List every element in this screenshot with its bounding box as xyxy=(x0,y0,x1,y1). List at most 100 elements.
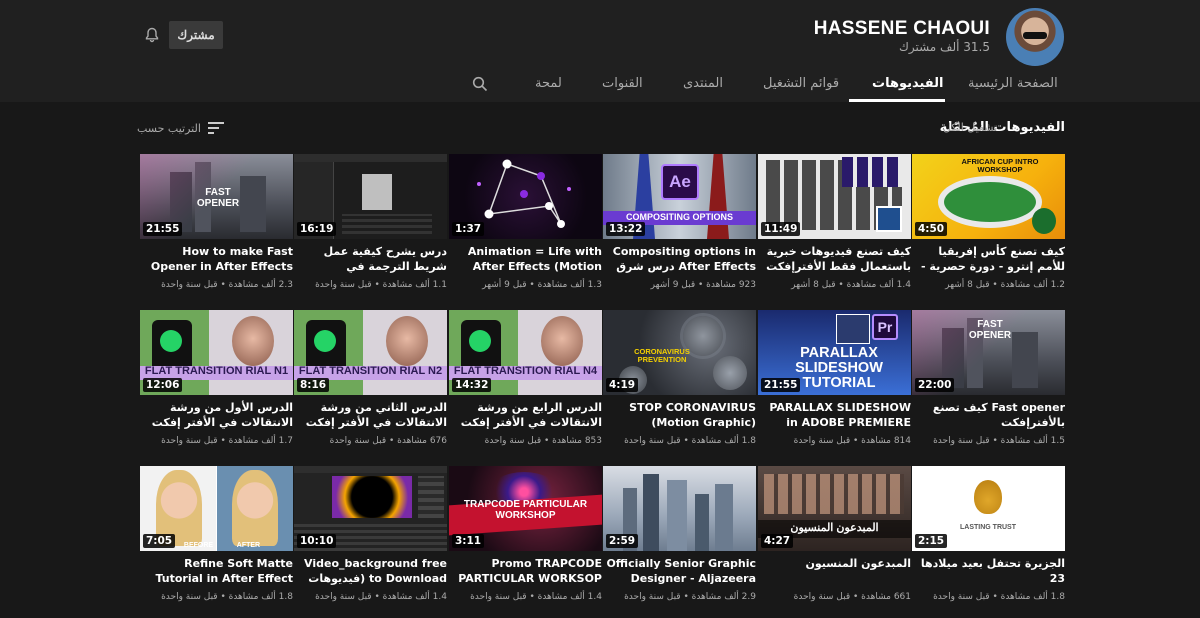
video-thumbnail[interactable]: 2:59 xyxy=(603,466,756,551)
thumbnail-caption: FAST OPENER xyxy=(968,319,1012,341)
video-thumbnail[interactable]: TRAPCODE PARTICULAR WORKSHOP 3:11 xyxy=(449,466,602,551)
video-card[interactable]: BEFORE AFTER 7:05 Refine Soft Matte Tuto… xyxy=(140,466,293,616)
video-title[interactable]: كيف تصنع فيديوهات خبرية باستعمال فقط الأ… xyxy=(758,244,911,274)
video-meta: 1.8 ألف مشاهدة • قبل سنة واحدة xyxy=(624,436,756,446)
video-duration: 13:22 xyxy=(606,222,646,236)
video-duration: 21:55 xyxy=(761,378,801,392)
video-thumbnail[interactable]: FLAT TRANSITION RIAL N4 14:32 xyxy=(449,310,602,395)
video-card[interactable]: FLAT TRANSITION RIAL N4 14:32 الدرس الرا… xyxy=(449,310,602,460)
video-duration: 8:16 xyxy=(297,378,330,392)
video-title[interactable]: Refine Soft Matte Tutorial in After Effe… xyxy=(140,556,293,586)
tab-playlists[interactable]: قوائم التشغيل xyxy=(763,76,839,91)
video-thumbnail[interactable]: CORONAVIRUS PREVENTION 4:19 xyxy=(603,310,756,395)
video-meta: 676 مشاهدة • قبل سنة واحدة xyxy=(329,436,447,446)
video-title[interactable]: كيف تصنع كأس إفريقيا للأمم إنترو - دورة … xyxy=(912,244,1065,274)
video-thumbnail[interactable]: المبدعون المنسيون 4:27 xyxy=(758,466,911,551)
video-title[interactable]: درس يشرح كيفية عمل شريط الترجمة في الأفت… xyxy=(294,244,447,274)
video-thumbnail[interactable]: 16:19 xyxy=(294,154,447,239)
video-thumbnail[interactable]: FLAT TRANSITION RIAL N2 8:16 xyxy=(294,310,447,395)
video-card[interactable]: 10:10 Video_background free to Download … xyxy=(294,466,447,616)
video-title[interactable]: الجزيرة تحتفل بعيد ميلادها 23 xyxy=(912,556,1065,586)
thumbnail-caption: المبدعون المنسيون xyxy=(790,522,879,534)
video-card[interactable]: FLAT TRANSITION RIAL N2 8:16 الدرس الثان… xyxy=(294,310,447,460)
tab-channels[interactable]: القنوات xyxy=(602,76,643,91)
thumbnail-caption: BEFORE AFTER xyxy=(183,542,261,549)
video-title[interactable]: Officially Senior Graphic Designer - Alj… xyxy=(603,556,756,586)
video-meta: 1.4 ألف مشاهدة • قبل سنة واحدة xyxy=(470,592,602,602)
video-title[interactable]: الدرس الأول من ورشة الانتقالات في الأفتر… xyxy=(140,400,293,430)
video-meta: 1.5 ألف مشاهدة • قبل سنة واحدة xyxy=(933,436,1065,446)
sort-button[interactable]: الترتيب حسب xyxy=(137,121,225,135)
video-meta: 853 مشاهدة • قبل سنة واحدة xyxy=(484,436,602,446)
video-thumbnail[interactable]: 1:37 xyxy=(449,154,602,239)
after-effects-logo: Ae xyxy=(661,164,699,200)
video-duration: 4:27 xyxy=(761,534,794,548)
video-duration: 2:59 xyxy=(606,534,639,548)
video-card[interactable]: Pr PARALLAX SLIDESHOW TUTORIAL 21:55 PAR… xyxy=(758,310,911,460)
video-card[interactable]: 2:59 Officially Senior Graphic Designer … xyxy=(603,466,756,616)
video-card[interactable]: 11:49 كيف تصنع فيديوهات خبرية باستعمال ف… xyxy=(758,154,911,304)
video-duration: 3:11 xyxy=(452,534,485,548)
video-card[interactable]: LASTING TRUST 2:15 الجزيرة تحتفل بعيد مي… xyxy=(912,466,1065,616)
video-thumbnail[interactable]: AFRICAN CUP INTRO WORKSHOP 4:50 xyxy=(912,154,1065,239)
premiere-logo: Pr xyxy=(872,314,898,340)
tab-community[interactable]: المنتدى xyxy=(683,76,723,91)
video-thumbnail[interactable]: Ae COMPOSITING OPTIONS 13:22 xyxy=(603,154,756,239)
video-duration: 12:06 xyxy=(143,378,183,392)
video-thumbnail[interactable]: FAST OPENER 22:00 xyxy=(912,310,1065,395)
video-meta: 1.2 ألف مشاهدة • قبل 8 أشهر xyxy=(945,280,1065,290)
video-meta: 1.4 ألف مشاهدة • قبل سنة واحدة xyxy=(315,592,447,602)
video-thumbnail[interactable]: Pr PARALLAX SLIDESHOW TUTORIAL 21:55 xyxy=(758,310,911,395)
video-title[interactable]: Animation = Life with After Effects (Mot… xyxy=(449,244,602,274)
video-thumbnail[interactable]: FAST OPENER 21:55 xyxy=(140,154,293,239)
video-title[interactable]: الدرس الثاني من ورشة الانتقالات في الأفت… xyxy=(294,400,447,430)
bell-icon[interactable] xyxy=(144,27,160,43)
video-duration: 21:55 xyxy=(143,222,183,236)
video-thumbnail[interactable]: 10:10 xyxy=(294,466,447,551)
video-card[interactable]: FLAT TRANSITION RIAL N1 12:06 الدرس الأو… xyxy=(140,310,293,460)
video-title[interactable]: Video_background free to Download (فيديو… xyxy=(294,556,447,586)
play-all-button[interactable]: تشغيل الكل xyxy=(943,121,997,134)
video-card[interactable]: 1:37 Animation = Life with After Effects… xyxy=(449,154,602,304)
video-card[interactable]: TRAPCODE PARTICULAR WORKSHOP 3:11 Promo … xyxy=(449,466,602,616)
video-card[interactable]: المبدعون المنسيون 4:27 المبدعون المنسيون… xyxy=(758,466,911,616)
subscribe-button[interactable]: مشترك xyxy=(169,21,223,49)
video-title[interactable]: PARALLAX SLIDESHOW in ADOBE PREMIERE درس xyxy=(758,400,911,430)
video-card[interactable]: FAST OPENER 22:00 Fast opener كيف تصنع ب… xyxy=(912,310,1065,460)
video-meta: 1.8 ألف مشاهدة • قبل سنة واحدة xyxy=(161,592,293,602)
sort-icon xyxy=(207,122,224,134)
video-card[interactable]: Ae COMPOSITING OPTIONS 13:22 Compositing… xyxy=(603,154,756,304)
video-thumbnail[interactable]: BEFORE AFTER 7:05 xyxy=(140,466,293,551)
video-meta: 2.3 ألف مشاهدة • قبل سنة واحدة xyxy=(161,280,293,290)
video-title[interactable]: STOP CORONAVIRUS (Motion Graphic) xyxy=(603,400,756,430)
video-title[interactable]: المبدعون المنسيون xyxy=(758,556,911,571)
video-title[interactable]: Promo TRAPCODE PARTICULAR WORKSOP xyxy=(449,556,602,586)
channel-avatar[interactable] xyxy=(1006,8,1064,66)
tab-about[interactable]: لمحة xyxy=(535,76,562,91)
video-card[interactable]: FAST OPENER 21:55 How to make Fast Opene… xyxy=(140,154,293,304)
thumbnail-caption: FAST OPENER xyxy=(196,187,240,209)
video-duration: 2:15 xyxy=(915,534,948,548)
video-card[interactable]: 16:19 درس يشرح كيفية عمل شريط الترجمة في… xyxy=(294,154,447,304)
video-title[interactable]: الدرس الرابع من ورشة الانتقالات في الأفت… xyxy=(449,400,602,430)
video-title[interactable]: Compositing options in After Effects درس… xyxy=(603,244,756,274)
video-thumbnail[interactable]: LASTING TRUST 2:15 xyxy=(912,466,1065,551)
aljazeera-logo xyxy=(974,480,1002,514)
tab-home[interactable]: الصفحة الرئيسية xyxy=(968,76,1058,91)
video-meta: 923 مشاهدة • قبل 9 أشهر xyxy=(650,280,756,290)
video-card[interactable]: CORONAVIRUS PREVENTION 4:19 STOP CORONAV… xyxy=(603,310,756,460)
video-duration: 10:10 xyxy=(297,534,337,548)
video-title[interactable]: Fast opener كيف تصنع بالأفترإفكت xyxy=(912,400,1065,430)
video-card[interactable]: AFRICAN CUP INTRO WORKSHOP 4:50 كيف تصنع… xyxy=(912,154,1065,304)
video-thumbnail[interactable]: FLAT TRANSITION RIAL N1 12:06 xyxy=(140,310,293,395)
search-icon[interactable] xyxy=(472,76,488,92)
video-duration: 4:50 xyxy=(915,222,948,236)
active-tab-indicator xyxy=(849,99,945,102)
video-duration: 1:37 xyxy=(452,222,485,236)
sort-label: الترتيب حسب xyxy=(137,121,201,135)
video-thumbnail[interactable]: 11:49 xyxy=(758,154,911,239)
tab-videos[interactable]: الفيديوهات xyxy=(872,76,944,91)
thumbnail-caption: FLAT TRANSITION RIAL N2 xyxy=(298,365,443,377)
video-meta: 814 مشاهدة • قبل سنة واحدة xyxy=(793,436,911,446)
video-title[interactable]: How to make Fast Opener in After Effects xyxy=(140,244,293,274)
